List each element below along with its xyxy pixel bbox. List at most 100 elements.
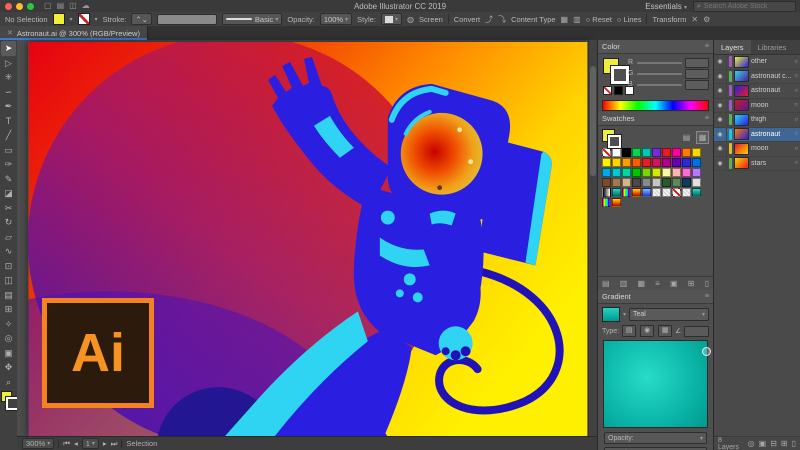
style-swatch-dropdown[interactable]: ▾: [381, 13, 402, 25]
swatch[interactable]: [652, 158, 661, 167]
swatch[interactable]: [682, 148, 691, 157]
layer-target-icon[interactable]: ○: [794, 88, 798, 94]
settings-icon[interactable]: ⚙: [703, 15, 710, 24]
swatch-themes-icon[interactable]: ▥: [620, 277, 628, 290]
swatch[interactable]: [642, 148, 651, 157]
swatch-options-icon[interactable]: ≡: [655, 277, 660, 290]
direct-selection-tool[interactable]: ▷: [1, 56, 16, 71]
next-artboard-button[interactable]: ▸: [103, 439, 107, 448]
canvas-area[interactable]: Ai 300%▾ ⏮ ◂ 1▾ ▸ ⏭ Selection: [17, 40, 597, 450]
swatch[interactable]: [622, 148, 631, 157]
workspace-switcher[interactable]: Essentials ▾: [645, 2, 687, 11]
fill-stroke-indicator[interactable]: [603, 58, 625, 80]
swatch[interactable]: [652, 148, 661, 157]
paintbrush-tool[interactable]: ✑: [1, 157, 16, 172]
swatch[interactable]: [602, 168, 611, 177]
swatch[interactable]: [612, 168, 621, 177]
document-tab[interactable]: ✕ Astronaut.ai @ 300% (RGB/Preview): [0, 26, 148, 40]
channel-slider[interactable]: [637, 62, 682, 64]
swatch[interactable]: [622, 178, 631, 187]
swatch[interactable]: [652, 178, 661, 187]
artboard[interactable]: Ai: [28, 42, 588, 437]
zoom-tool[interactable]: ⌕: [1, 375, 16, 390]
layer-target-icon[interactable]: ○: [794, 73, 798, 79]
new-doc-icon[interactable]: ▢: [44, 0, 52, 12]
delete-layer-icon[interactable]: ▯: [792, 437, 796, 450]
scissors-tool[interactable]: ✂: [1, 201, 16, 216]
rotate-tool[interactable]: ↻: [1, 215, 16, 230]
share-icon[interactable]: ◫: [69, 0, 77, 12]
swatch[interactable]: [612, 198, 621, 207]
swatch[interactable]: [692, 178, 701, 187]
swatch[interactable]: [622, 158, 631, 167]
layer-target-icon[interactable]: ○: [794, 117, 798, 123]
swatch-libraries-icon[interactable]: ▤: [602, 277, 610, 290]
width-profile-dropdown[interactable]: Basic ▾: [222, 13, 282, 25]
visibility-eye-icon[interactable]: ◉: [716, 58, 724, 65]
new-swatch-icon[interactable]: ⊞: [688, 277, 695, 290]
visibility-eye-icon[interactable]: ◉: [716, 131, 724, 138]
close-window-button[interactable]: [5, 3, 12, 10]
gradient-preset-dropdown[interactable]: Teal ▾: [629, 308, 709, 321]
width-tool[interactable]: ∿: [1, 244, 16, 259]
artboard-tool[interactable]: ▣: [1, 346, 16, 361]
color-spectrum-bar[interactable]: [602, 100, 709, 111]
opacity-value[interactable]: 100% ▾: [320, 13, 352, 25]
swatch[interactable]: [602, 198, 611, 207]
swatch[interactable]: [692, 148, 701, 157]
channel-slider[interactable]: [637, 73, 682, 75]
eyedropper-tool[interactable]: ✧: [1, 317, 16, 332]
free-transform-tool[interactable]: ⊡: [1, 259, 16, 274]
screen-mode-label[interactable]: Screen: [419, 15, 443, 24]
selection-tool[interactable]: ➤: [1, 41, 16, 56]
panel-menu-icon[interactable]: ≡: [705, 115, 709, 122]
swatch[interactable]: [652, 168, 661, 177]
scrollbar-thumb[interactable]: [590, 66, 596, 176]
swatch[interactable]: [692, 168, 701, 177]
zoom-window-button[interactable]: [27, 3, 34, 10]
layer-row[interactable]: ◉moon○: [714, 142, 800, 157]
cloud-icon[interactable]: ☁: [82, 0, 90, 12]
stroke-swatch[interactable]: [611, 66, 629, 84]
swatch[interactable]: [682, 188, 691, 197]
swatch[interactable]: [602, 178, 611, 187]
channel-value-field[interactable]: [685, 69, 709, 79]
stroke-weight-stepper[interactable]: ⌃⌄: [131, 13, 152, 25]
swatch[interactable]: [612, 158, 621, 167]
swatch[interactable]: [602, 158, 611, 167]
content-rows-icon[interactable]: ▥: [573, 15, 581, 24]
mesh-tool[interactable]: ⊞: [1, 302, 16, 317]
zoom-level-dropdown[interactable]: 300%▾: [22, 438, 54, 449]
eraser-tool[interactable]: ◪: [1, 186, 16, 201]
layer-target-icon[interactable]: ○: [794, 59, 798, 65]
locate-object-icon[interactable]: ◎: [748, 437, 755, 450]
channel-value-field[interactable]: [685, 58, 709, 68]
swatch[interactable]: [642, 168, 651, 177]
swatch[interactable]: [662, 178, 671, 187]
swatch[interactable]: [612, 188, 621, 197]
search-input[interactable]: [704, 3, 792, 10]
swatch[interactable]: [602, 188, 611, 197]
swatch[interactable]: [622, 188, 631, 197]
new-color-group-icon[interactable]: ▣: [670, 277, 678, 290]
swatch[interactable]: [692, 158, 701, 167]
lines-option[interactable]: ○ Lines: [617, 15, 642, 24]
freeform-gradient-icon[interactable]: ▦: [658, 325, 672, 337]
swatch[interactable]: [602, 148, 611, 157]
visibility-eye-icon[interactable]: ◉: [716, 102, 724, 109]
swatch[interactable]: [662, 168, 671, 177]
swatch[interactable]: [642, 178, 651, 187]
swatch[interactable]: [662, 188, 671, 197]
swatch[interactable]: [632, 178, 641, 187]
black-swatch[interactable]: [614, 86, 623, 95]
layer-row[interactable]: ◉other○: [714, 55, 800, 70]
delete-swatch-icon[interactable]: ▯: [705, 277, 709, 290]
prev-artboard-button[interactable]: ◂: [74, 439, 78, 448]
swatch[interactable]: [672, 158, 681, 167]
fill-swatch[interactable]: [53, 13, 65, 25]
layer-target-icon[interactable]: ○: [794, 146, 798, 152]
swatch[interactable]: [692, 188, 701, 197]
white-swatch[interactable]: [625, 86, 634, 95]
convert-up-icon[interactable]: ⤴: [485, 14, 493, 25]
grid-view-icon[interactable]: ▦: [696, 131, 709, 144]
